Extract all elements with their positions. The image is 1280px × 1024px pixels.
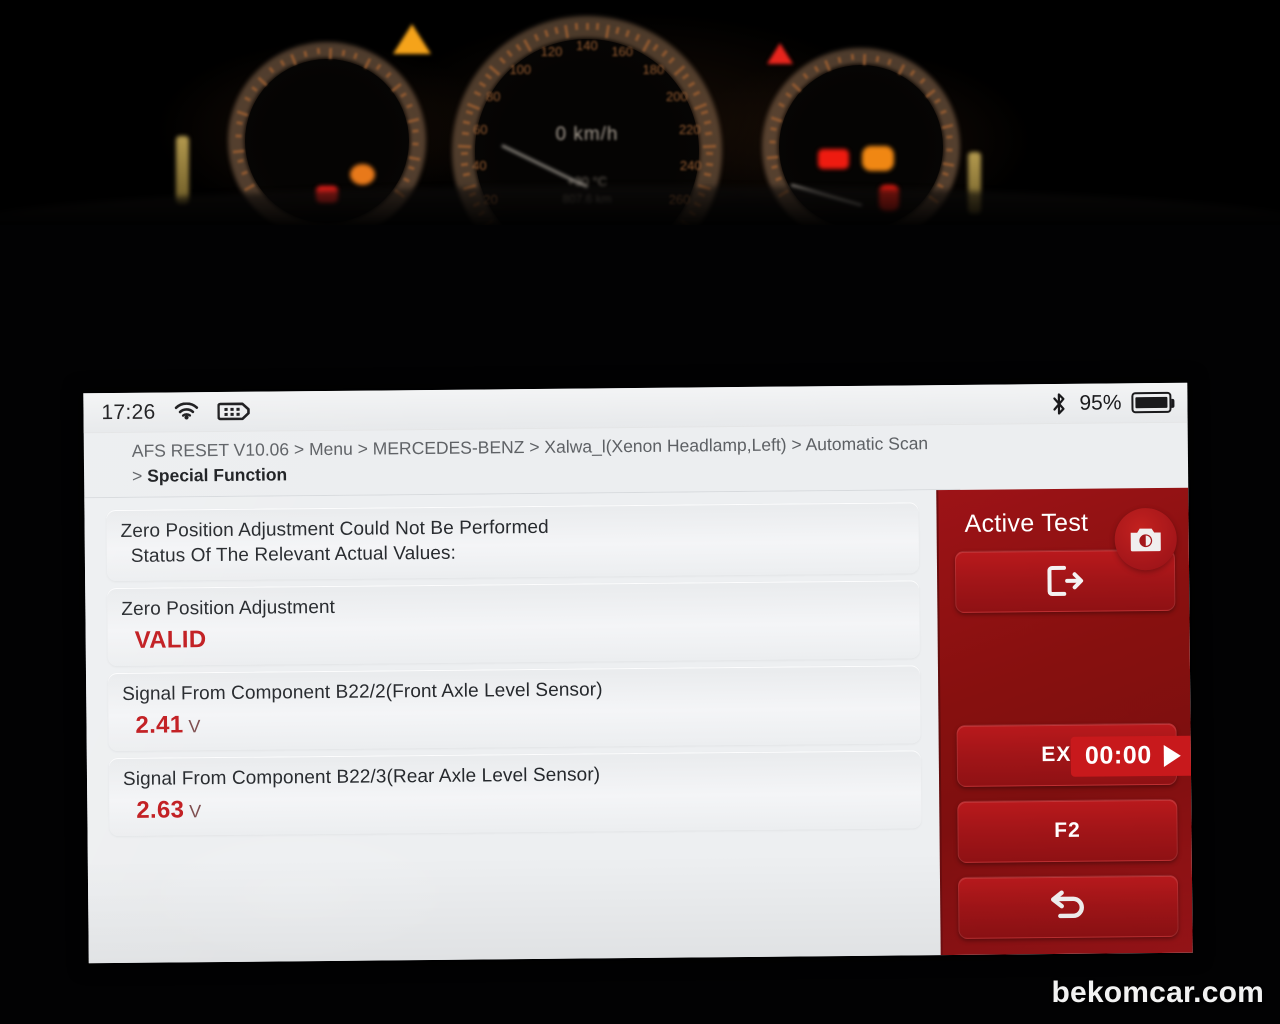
diagnostic-tablet: 17:26 95% AFS RESET V10.06 > Menu > MERC… — [83, 382, 1193, 964]
panel-spacer — [956, 625, 1177, 725]
row-label: Zero Position Adjustment — [121, 589, 903, 622]
telltale-amber-left-icon — [350, 164, 375, 185]
breadcrumb[interactable]: AFS RESET V10.06 > Menu > MERCEDES-BENZ … — [83, 424, 961, 499]
battery-icon — [1131, 391, 1172, 414]
gauge-tick-label: 40 — [472, 158, 487, 174]
photo-scene: 0 km/h +30 °C 807.6 km 20406080100120140… — [0, 0, 1280, 1024]
row-value-number: 2.41 — [135, 711, 184, 739]
gauge-tick-label: 240 — [679, 158, 702, 174]
gauge-tick — [574, 23, 579, 31]
status-badge: VALID — [122, 619, 904, 655]
bluetooth-icon — [1050, 391, 1067, 415]
gauge-tick — [705, 131, 713, 136]
status-bar: 17:26 95% — [83, 382, 1188, 434]
battery-level-fill — [1135, 396, 1168, 409]
list-item[interactable]: Zero Position Adjustment Could Not Be Pe… — [106, 502, 920, 581]
row-value: 2.41 V — [122, 704, 904, 740]
data-list: Zero Position Adjustment Could Not Be Pe… — [84, 490, 941, 964]
list-item[interactable]: Signal From Component B22/2(Front Axle L… — [107, 664, 921, 751]
f2-button-label: F2 — [1054, 818, 1081, 843]
list-item[interactable]: Zero Position Adjustment VALID — [107, 579, 920, 666]
gauge-tick — [316, 48, 320, 55]
gauge-tick — [595, 23, 600, 31]
row-value-unit: V — [188, 715, 201, 737]
row-label-line1: Zero Position Adjustment Could Not Be Pe… — [120, 517, 549, 543]
gauge-tick-label: 120 — [540, 44, 563, 60]
telltale-red-icon — [818, 149, 849, 169]
gauge-tick — [235, 134, 242, 138]
status-bar-spacer — [252, 404, 1033, 411]
gauge-tick-label: 80 — [485, 88, 501, 104]
gauge-tick-label: 140 — [576, 38, 598, 53]
watermark: bekomcar.com — [1051, 976, 1264, 1009]
screen-body: Zero Position Adjustment Could Not Be Pe… — [84, 488, 1193, 964]
gauge-tick — [412, 141, 419, 146]
wifi-icon — [173, 401, 199, 422]
cluster-stalk-left — [176, 136, 189, 204]
gauge-tick-label: 200 — [666, 88, 688, 104]
vci-connector-icon — [217, 401, 251, 422]
gauge-tick-label: 160 — [611, 44, 634, 60]
row-label-line1: Signal From Component B22/3(Rear Axle Le… — [122, 764, 601, 790]
gauge-tick-label: 180 — [642, 61, 665, 77]
gauge-tick — [946, 135, 953, 139]
battery-percent-label: 95% — [1079, 390, 1122, 415]
gauge-tick — [412, 129, 419, 133]
back-arrow-icon — [1050, 890, 1084, 919]
row-label: Zero Position Adjustment Could Not Be Pe… — [121, 512, 903, 570]
gauge-tick-label: 60 — [473, 122, 488, 138]
row-value-number: 2.63 — [136, 796, 185, 824]
gauge-tick-label: 220 — [678, 122, 701, 138]
f2-button[interactable]: F2 — [957, 798, 1178, 863]
gauge-tick — [705, 162, 713, 167]
gauge-tick — [461, 162, 469, 167]
timer-value: 00:00 — [1084, 741, 1152, 771]
gauge-tick — [850, 54, 854, 61]
exit-arrow-icon — [1047, 566, 1084, 597]
warning-triangle-amber-icon — [393, 24, 431, 54]
tablet-screen: 17:26 95% AFS RESET V10.06 > Menu > MERC… — [83, 382, 1193, 964]
breadcrumb-current: Special Function — [147, 464, 288, 486]
warning-triangle-red-icon — [767, 43, 793, 64]
active-test-timer[interactable]: 00:00 — [1070, 736, 1192, 778]
play-icon[interactable] — [1163, 744, 1181, 767]
gauge-tick — [946, 147, 953, 152]
list-item[interactable]: Signal From Component B22/3(Rear Axle Le… — [108, 749, 922, 836]
row-value-unit: V — [189, 800, 202, 822]
row-value: 2.63 V — [123, 789, 905, 825]
row-label-line1: Zero Position Adjustment — [121, 596, 336, 620]
gauge-tick — [769, 140, 776, 144]
row-label: Signal From Component B22/3(Rear Axle Le… — [123, 759, 905, 792]
instrument-cluster-background: 0 km/h +30 °C 807.6 km 20406080100120140… — [0, 0, 1280, 225]
action-panel: Active Test 00:00 EXIT F2 — [936, 488, 1193, 956]
row-label-line1: Signal From Component B22/2(Front Axle L… — [122, 678, 603, 705]
gauge-tick — [461, 131, 469, 136]
gauge-tick-label: 100 — [509, 61, 532, 77]
row-value-text: VALID — [134, 625, 207, 654]
back-button[interactable] — [957, 874, 1179, 939]
content-empty-space — [110, 835, 923, 963]
telltale-amber-icon — [862, 146, 894, 171]
dashboard-shadow — [0, 186, 1280, 225]
gauge-tick — [766, 154, 779, 160]
row-label-line2: Status Of The Relevant Actual Values: — [130, 543, 457, 568]
gauge-tick — [232, 148, 245, 154]
status-clock: 17:26 — [101, 400, 156, 424]
row-label: Signal From Component B22/2(Front Axle L… — [122, 674, 904, 707]
gauge-tick — [585, 23, 589, 30]
